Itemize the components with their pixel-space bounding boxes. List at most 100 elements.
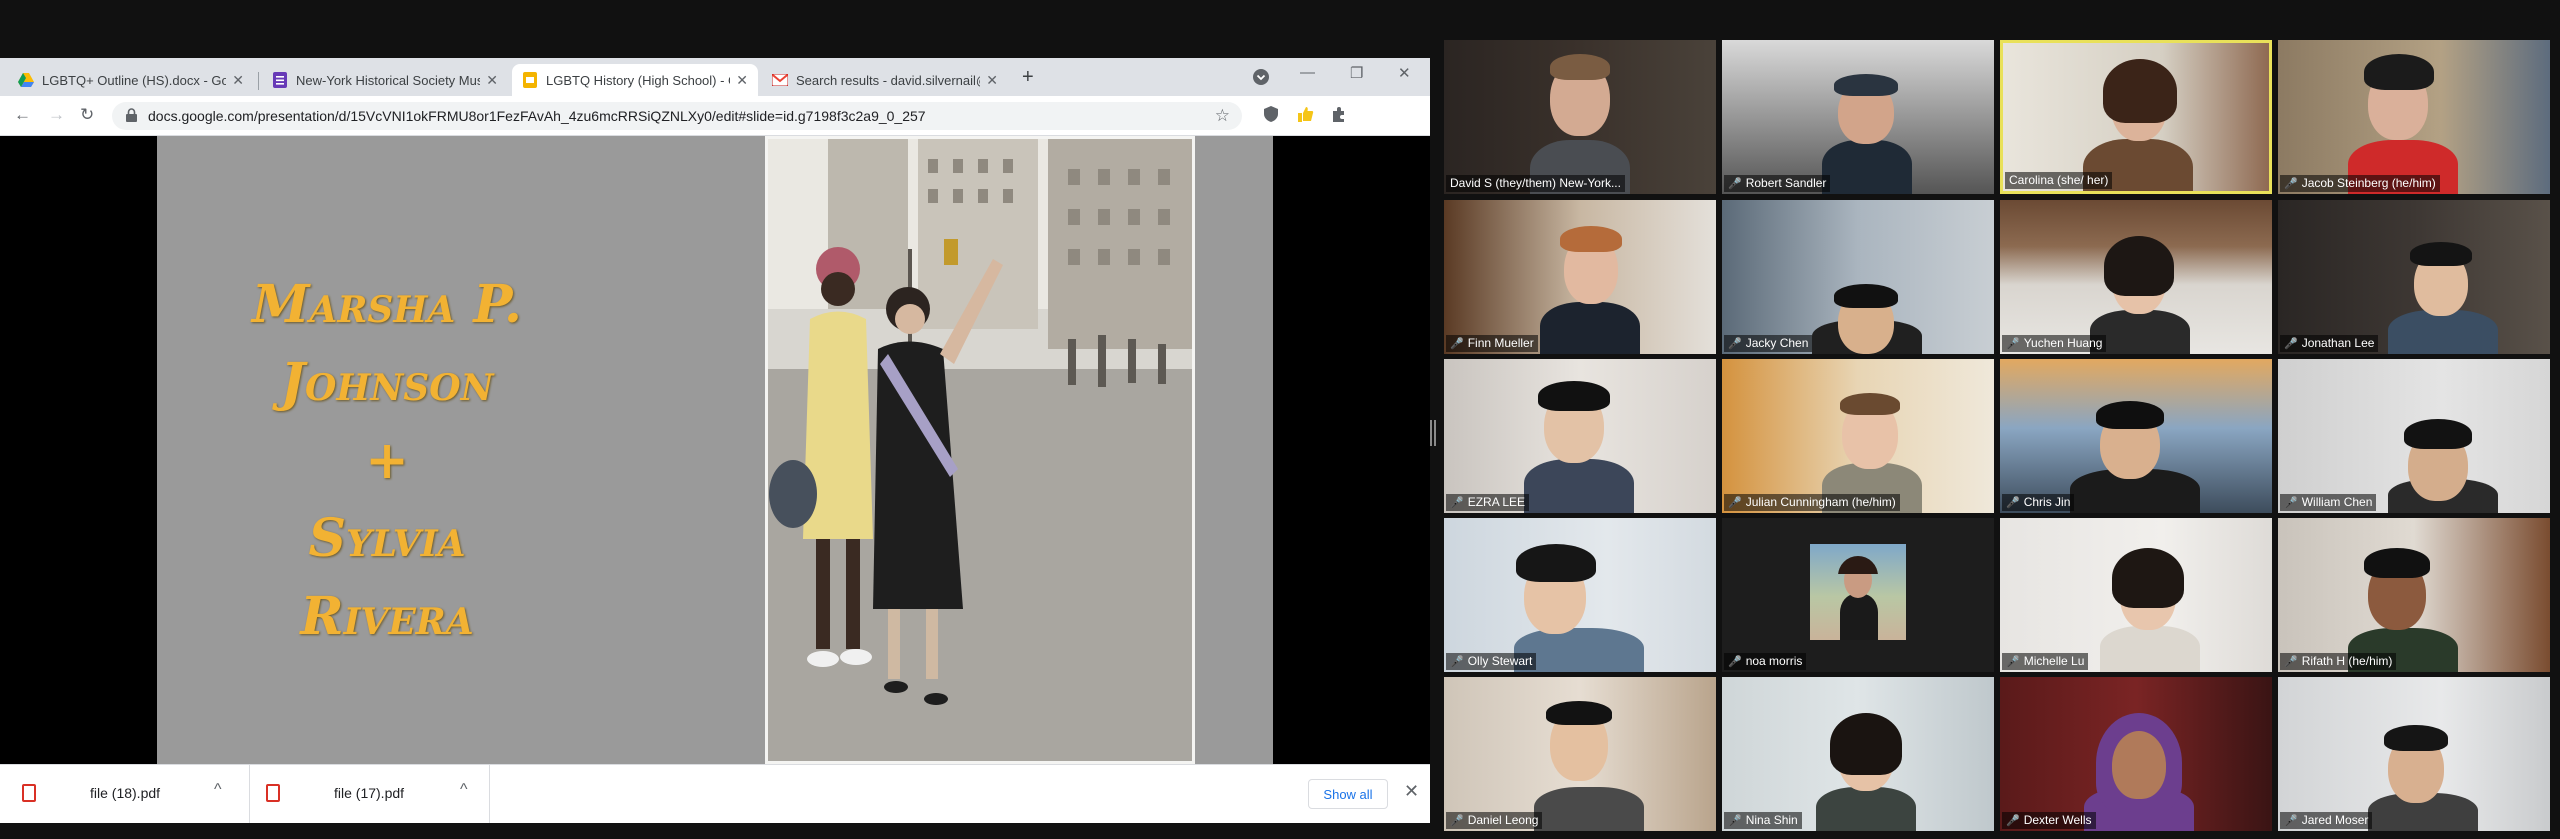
muted-mic-icon: 🎤 [1728, 337, 1742, 350]
participant-name: 🎤 EZRA LEE [1446, 494, 1530, 511]
close-downloads-icon[interactable]: ✕ [1404, 781, 1419, 802]
participant-name: 🎤 Robert Sandler [1724, 175, 1831, 192]
participant-name: 🎤 Rifath H (he/him) [2280, 653, 2397, 670]
participant-name: 🎤 William Chen [2280, 494, 2377, 511]
forward-icon[interactable]: → [48, 105, 65, 125]
participant-tile[interactable]: 🎤 EZRA LEE [1444, 359, 1716, 513]
extensions-puzzle-icon[interactable] [1330, 105, 1348, 128]
participant-tile[interactable]: 🎤 Jonathan Lee [2278, 200, 2550, 354]
downloads-bar: file (18).pdf ^ file (17).pdf ^ Show all… [0, 764, 1430, 823]
participant-tile[interactable]: 🎤 Nina Shin [1722, 677, 1994, 831]
participant-tile[interactable]: 🎤 Michelle Lu [2000, 518, 2272, 672]
title-line-2: Johnson [280, 352, 494, 413]
extension-thumb-icon[interactable] [1296, 105, 1314, 128]
title-line-1: Marsha P. [251, 274, 523, 335]
participant-tile[interactable]: 🎤 noa morris [1722, 518, 1994, 672]
tab-nyhs-form[interactable]: New-York Historical Society Mus ✕ [262, 64, 508, 96]
download-item[interactable]: file (18).pdf ^ [0, 765, 250, 823]
tab-gmail-search[interactable]: Search results - david.silvernail@ ✕ [762, 64, 1008, 96]
address-bar[interactable]: docs.google.com/presentation/d/15VcVNI1o… [112, 102, 1242, 130]
participant-tile[interactable]: 🎤 Yuchen Huang [2000, 200, 2272, 354]
extension-shield-icon[interactable] [1262, 105, 1280, 128]
chevron-up-icon[interactable]: ^ [460, 781, 468, 799]
close-tab-icon[interactable]: ✕ [986, 72, 998, 89]
participant-tile[interactable]: 🎤 Daniel Leong [1444, 677, 1716, 831]
tab-strip: LGBTQ+ Outline (HS).docx - Goo ✕ New-Yor… [0, 58, 1430, 96]
bookmark-star-icon[interactable]: ☆ [1215, 106, 1230, 126]
browser-window: LGBTQ+ Outline (HS).docx - Goo ✕ New-Yor… [0, 58, 1430, 823]
tab-separator [258, 72, 259, 90]
participant-tile-active-speaker[interactable]: Carolina (she/ her) [2000, 40, 2272, 194]
tab-lgbtq-slides[interactable]: LGBTQ History (High School) - G ✕ [512, 64, 758, 96]
close-tab-icon[interactable]: ✕ [486, 72, 498, 89]
participant-name: 🎤 Jonathan Lee [2280, 335, 2379, 352]
participant-tile[interactable]: 🎤 William Chen [2278, 359, 2550, 513]
pdf-file-icon [22, 784, 36, 802]
panel-resize-handle[interactable] [1430, 420, 1436, 460]
participant-tile[interactable]: 🎤 Jacky Chen [1722, 200, 1994, 354]
muted-mic-icon: 🎤 [2284, 177, 2298, 190]
slide-title: Marsha P. Johnson + Sylvia Rivera [217, 266, 557, 656]
tab-search-icon[interactable] [1252, 68, 1270, 90]
participant-name: 🎤 Nina Shin [1724, 812, 1802, 829]
show-all-button[interactable]: Show all [1308, 779, 1388, 809]
participant-name: 🎤 Daniel Leong [1446, 812, 1543, 829]
lock-icon [126, 108, 137, 127]
muted-mic-icon: 🎤 [2284, 337, 2298, 350]
participant-tile[interactable]: 🎤 Rifath H (he/him) [2278, 518, 2550, 672]
muted-mic-icon: 🎤 [2006, 496, 2020, 509]
muted-mic-icon: 🎤 [2284, 655, 2298, 668]
participant-name: 🎤 Michelle Lu [2002, 653, 2089, 670]
download-item[interactable]: file (17).pdf ^ [250, 765, 490, 823]
participant-tile[interactable]: 🎤 Olly Stewart [1444, 518, 1716, 672]
muted-mic-icon: 🎤 [2006, 655, 2020, 668]
url-text: docs.google.com/presentation/d/15VcVNI1o… [148, 108, 926, 124]
title-line-4: Sylvia Rivera [300, 508, 474, 647]
participant-tile[interactable]: David S (they/them) New-York... [1444, 40, 1716, 194]
pdf-file-icon [266, 784, 280, 802]
historical-photo [765, 136, 1195, 764]
participant-name: 🎤 Yuchen Huang [2002, 335, 2107, 352]
muted-mic-icon: 🎤 [1450, 496, 1464, 509]
participant-name: 🎤 Olly Stewart [1446, 653, 1537, 670]
back-icon[interactable]: ← [14, 105, 31, 125]
presentation-area: Marsha P. Johnson + Sylvia Rivera file (… [0, 136, 1430, 823]
tab-title: Search results - david.silvernail@ [796, 72, 981, 88]
muted-mic-icon: 🎤 [2006, 814, 2020, 827]
participant-name: David S (they/them) New-York... [1446, 175, 1625, 192]
download-filename: file (17).pdf [334, 785, 405, 801]
participant-tile[interactable]: 🎤 Jacob Steinberg (he/him) [2278, 40, 2550, 194]
participant-name: 🎤 Chris Jin [2002, 494, 2075, 511]
participant-tile[interactable]: 🎤 Dexter Wells [2000, 677, 2272, 831]
close-tab-icon[interactable]: ✕ [736, 72, 748, 89]
participant-tile[interactable]: 🎤 Jared Moser [2278, 677, 2550, 831]
tab-title: LGBTQ History (High School) - G [546, 72, 731, 88]
tab-title: LGBTQ+ Outline (HS).docx - Goo [42, 72, 227, 88]
participant-profile-photo [1810, 544, 1906, 640]
participant-name: 🎤 Jacky Chen [1724, 335, 1813, 352]
participant-name: 🎤 Jared Moser [2280, 812, 2373, 829]
muted-mic-icon: 🎤 [1450, 337, 1464, 350]
google-drive-icon [18, 72, 34, 88]
participant-name: 🎤 noa morris [1724, 653, 1807, 670]
participant-tile[interactable]: 🎤 Robert Sandler [1722, 40, 1994, 194]
title-line-3: + [365, 430, 409, 491]
chevron-up-icon[interactable]: ^ [214, 781, 222, 799]
new-tab-icon[interactable]: + [1022, 66, 1034, 89]
maximize-icon[interactable]: ❐ [1350, 64, 1363, 82]
forms-icon [272, 72, 288, 88]
video-gallery: David S (they/them) New-York... 🎤 Robert … [1444, 40, 2554, 833]
participant-tile[interactable]: 🎤 Chris Jin [2000, 359, 2272, 513]
close-window-icon[interactable]: ✕ [1398, 64, 1411, 82]
reload-icon[interactable]: ↻ [80, 105, 94, 125]
participant-tile[interactable]: 🎤 Finn Mueller [1444, 200, 1716, 354]
participant-name: 🎤 Jacob Steinberg (he/him) [2280, 175, 2440, 192]
muted-mic-icon: 🎤 [1450, 814, 1464, 827]
gmail-icon [772, 72, 788, 88]
minimize-icon[interactable]: — [1300, 64, 1315, 81]
close-tab-icon[interactable]: ✕ [232, 72, 244, 89]
tab-outline-doc[interactable]: LGBTQ+ Outline (HS).docx - Goo ✕ [8, 64, 254, 96]
muted-mic-icon: 🎤 [1728, 814, 1742, 827]
participant-tile[interactable]: 🎤 Julian Cunningham (he/him) [1722, 359, 1994, 513]
slide: Marsha P. Johnson + Sylvia Rivera [157, 136, 1273, 764]
